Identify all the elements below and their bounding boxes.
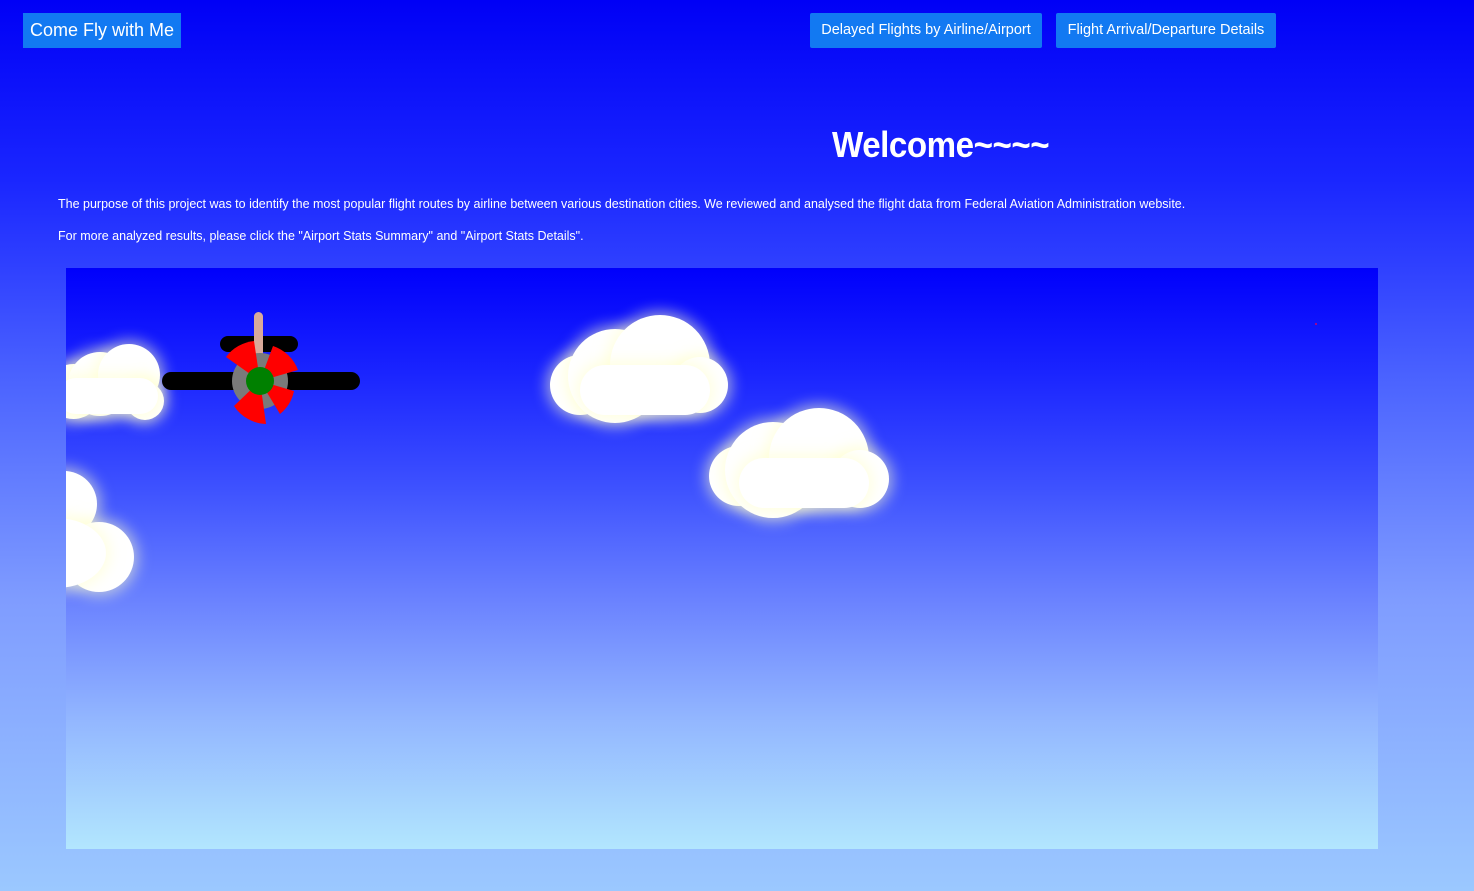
sky-animation [66,268,1378,849]
plane-icon [162,312,360,424]
flight-details-button[interactable]: Flight Arrival/Departure Details [1056,13,1276,48]
welcome-heading: Welcome~~~~ [832,124,1050,165]
instructions-paragraph: For more analyzed results, please click … [58,229,584,243]
cloud-icon [66,471,134,593]
sparkle-dot [1315,323,1317,325]
cloud-icon [550,315,730,425]
intro-paragraph: The purpose of this project was to ident… [58,197,1186,211]
delayed-flights-button[interactable]: Delayed Flights by Airline/Airport [810,13,1042,48]
cloud-icon [709,408,889,520]
brand-link[interactable]: Come Fly with Me [23,13,182,48]
